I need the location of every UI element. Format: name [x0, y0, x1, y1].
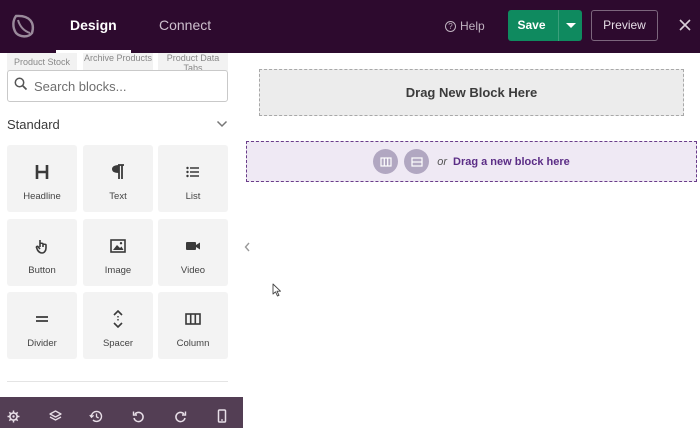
- block-label: Button: [28, 265, 56, 276]
- pointer-hand-icon: [35, 235, 49, 257]
- redo-icon[interactable]: [173, 409, 187, 423]
- block-tile-peek[interactable]: Product Stock: [7, 53, 77, 71]
- block-tile-peek[interactable]: Archive Products: [83, 53, 153, 71]
- block-label: Text: [109, 191, 127, 202]
- divider-icon: [35, 308, 49, 330]
- video-camera-icon: [185, 235, 201, 257]
- question-circle-icon: ?: [445, 20, 456, 32]
- search-box: [7, 70, 228, 102]
- tab-connect[interactable]: Connect: [159, 0, 211, 53]
- section-icon: [411, 156, 423, 167]
- drop-zone[interactable]: Drag New Block Here: [259, 69, 684, 116]
- chevron-left-icon: [244, 239, 250, 257]
- block-spacer[interactable]: Spacer: [83, 292, 153, 359]
- help-label: Help: [460, 19, 485, 33]
- gear-icon[interactable]: [6, 409, 20, 423]
- section-header-standard[interactable]: Standard: [7, 115, 228, 133]
- block-video[interactable]: Video: [158, 219, 228, 286]
- save-options-button[interactable]: [558, 10, 582, 41]
- sidebar-divider: [7, 381, 228, 382]
- search-icon: [14, 77, 28, 96]
- add-block-row[interactable]: or Drag a new block here: [246, 141, 697, 182]
- block-tile-peek[interactable]: Product Data Tabs: [158, 53, 228, 71]
- leaf-logo-icon[interactable]: [6, 9, 40, 43]
- save-button[interactable]: Save: [508, 10, 555, 41]
- mobile-icon[interactable]: [215, 409, 229, 423]
- block-label: List: [185, 191, 201, 202]
- help-link[interactable]: ? Help: [445, 17, 485, 35]
- block-label: Divider: [27, 338, 57, 349]
- add-block-link[interactable]: Drag a new block here: [453, 156, 570, 168]
- spacer-icon: [112, 308, 124, 330]
- block-label: Headline: [23, 191, 61, 202]
- undo-icon[interactable]: [131, 409, 145, 423]
- list-icon: [186, 161, 200, 183]
- bottom-toolbar: [0, 397, 243, 428]
- block-column[interactable]: Column: [158, 292, 228, 359]
- add-section-button[interactable]: [404, 149, 430, 174]
- block-label: Image: [104, 265, 132, 276]
- caret-down-icon: [565, 23, 576, 28]
- block-text[interactable]: Text: [83, 145, 153, 212]
- block-label: Video: [180, 265, 206, 276]
- blocks-sidebar: Product Stock Archive Products Product D…: [0, 53, 243, 428]
- preview-button[interactable]: Preview: [591, 10, 658, 41]
- layers-icon[interactable]: [48, 409, 62, 423]
- block-label: Column: [176, 338, 210, 349]
- section-title: Standard: [7, 116, 60, 132]
- block-list[interactable]: List: [158, 145, 228, 212]
- block-label: Spacer: [102, 338, 134, 349]
- paragraph-icon: [111, 161, 125, 183]
- or-text: or: [437, 155, 447, 168]
- mouse-cursor-icon: [272, 283, 281, 297]
- block-divider[interactable]: Divider: [7, 292, 77, 359]
- tab-design[interactable]: Design: [56, 0, 131, 53]
- chevron-down-icon: [216, 115, 228, 133]
- search-input[interactable]: [34, 78, 219, 94]
- add-columns-button[interactable]: [373, 149, 399, 174]
- headline-icon: [35, 161, 49, 183]
- block-headline[interactable]: Headline: [7, 145, 77, 212]
- block-button[interactable]: Button: [7, 219, 77, 286]
- close-icon[interactable]: [675, 15, 695, 35]
- history-icon[interactable]: [89, 409, 103, 423]
- columns-icon: [185, 308, 201, 330]
- block-image[interactable]: Image: [83, 219, 153, 286]
- top-bar: Design Connect ? Help Save Preview: [0, 0, 700, 53]
- image-icon: [110, 235, 126, 257]
- previous-block-row: Product Stock Archive Products Product D…: [0, 53, 243, 71]
- collapse-sidebar-handle[interactable]: [243, 239, 251, 257]
- save-button-group: Save: [508, 10, 582, 41]
- columns-icon: [380, 156, 392, 167]
